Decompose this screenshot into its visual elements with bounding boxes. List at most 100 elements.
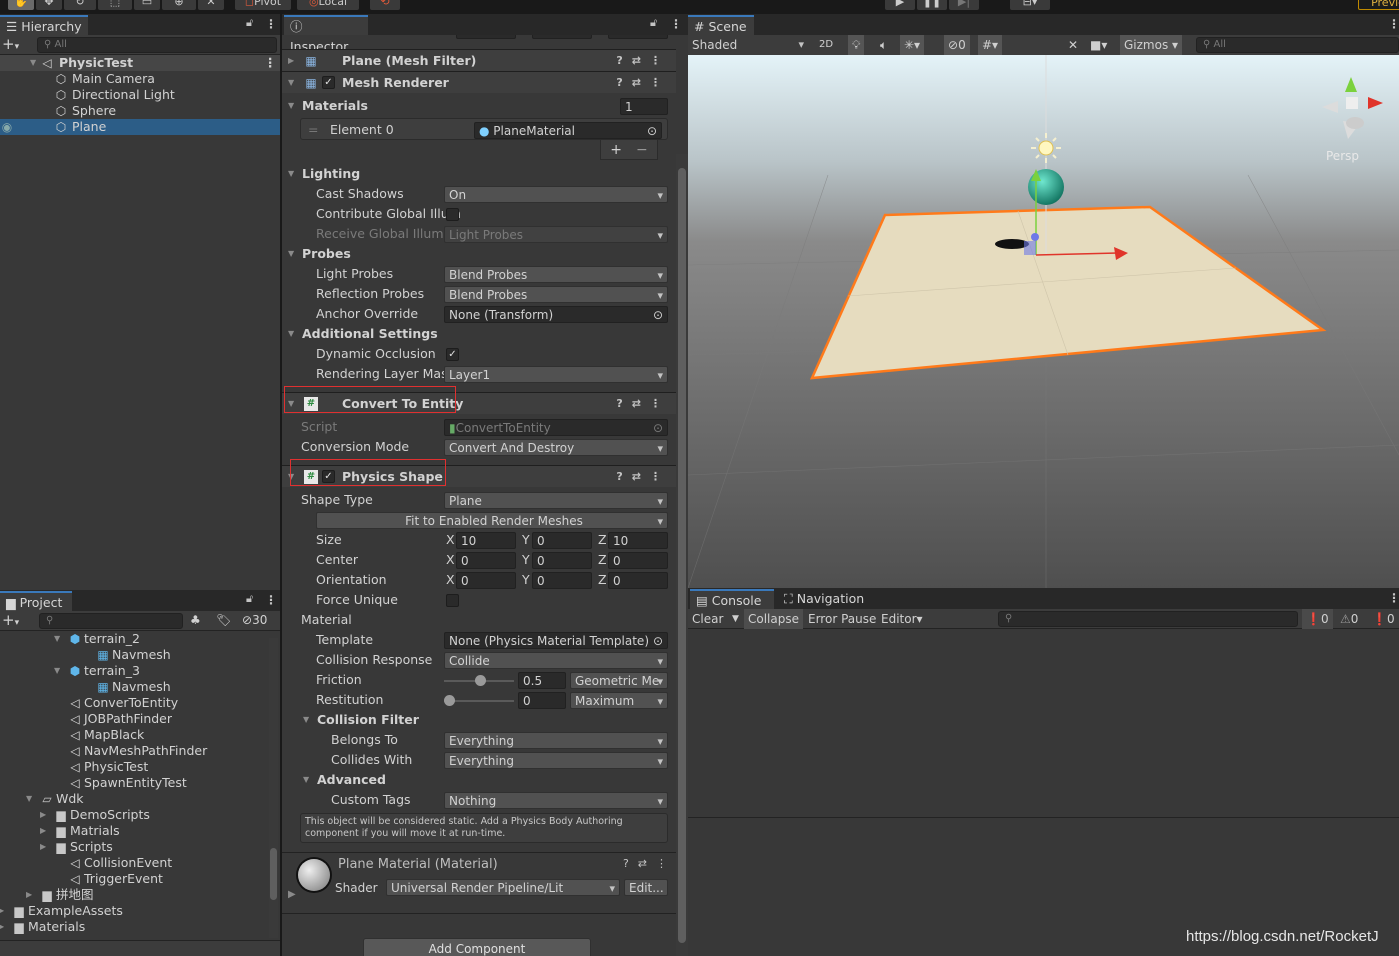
drag-handle-icon[interactable]: =: [308, 120, 318, 140]
lock-icon[interactable]: 🔓︎: [246, 16, 253, 30]
info-filter-toggle[interactable]: ❗0: [1302, 609, 1333, 629]
expand-arrow-icon[interactable]: ▼: [26, 791, 32, 807]
shader-dropdown[interactable]: Universal Render Pipeline/Lit: [386, 879, 620, 896]
project-scrollbar[interactable]: [269, 638, 278, 938]
rotate-tool-button[interactable]: ↻: [64, 0, 96, 10]
scene-view[interactable]: Persp: [688, 55, 1399, 588]
editor-dropdown[interactable]: Editor▾: [877, 609, 927, 629]
scene-canvas[interactable]: Persp: [688, 55, 1399, 588]
array-size-field[interactable]: 1: [620, 98, 668, 115]
context-menu-icon[interactable]: ⋮: [650, 470, 670, 483]
foldout-label[interactable]: Materials: [302, 96, 368, 116]
collapse-arrow-icon[interactable]: ▶: [0, 919, 4, 935]
tab-scene[interactable]: # Scene: [688, 15, 754, 35]
snap-button[interactable]: ⟲: [370, 0, 400, 10]
context-menu-icon[interactable]: ⋮: [656, 857, 676, 870]
help-icon[interactable]: ?: [616, 76, 631, 89]
local-toggle[interactable]: ◎Local: [297, 0, 359, 10]
visibility-eye-icon[interactable]: ◉: [0, 120, 14, 134]
grid-toggle-icon[interactable]: #▾: [978, 35, 1003, 55]
more-options-icon[interactable]: ⋮: [1388, 591, 1399, 605]
orientation-y-field[interactable]: 0: [532, 572, 592, 589]
help-icon[interactable]: ?: [616, 470, 631, 483]
collapse-arrow-icon[interactable]: ▶: [0, 903, 4, 919]
light-probes-dropdown[interactable]: Blend Probes: [444, 266, 668, 283]
project-item[interactable]: ◁ MapBlack: [0, 727, 280, 743]
remove-element-button[interactable]: −: [636, 142, 648, 158]
reflection-probes-dropdown[interactable]: Blend Probes: [444, 286, 668, 303]
presets-icon[interactable]: ⇄: [632, 397, 650, 410]
move-tool-button[interactable]: ✥: [36, 0, 62, 10]
project-item[interactable]: ▶ ▆ Materials: [0, 919, 280, 935]
hierarchy-item[interactable]: ⬡ Directional Light: [0, 87, 280, 103]
lighting-toggle-icon[interactable]: 💡︎: [848, 35, 865, 55]
context-menu-icon[interactable]: ⋮: [650, 54, 670, 67]
object-picker-icon[interactable]: ⊙: [653, 420, 663, 435]
enabled-checkbox[interactable]: ✓: [322, 76, 335, 89]
presets-icon[interactable]: ⇄: [632, 54, 650, 67]
pivot-toggle[interactable]: ◻Pivot: [235, 0, 291, 10]
project-item[interactable]: ◁ JOBPathFinder: [0, 711, 280, 727]
audio-toggle-icon[interactable]: 🔈︎: [876, 35, 891, 55]
inspector-scrollbar[interactable]: [676, 154, 688, 956]
foldout-label[interactable]: Lighting: [302, 164, 360, 184]
orientation-z-field[interactable]: 0: [608, 572, 668, 589]
slider-thumb[interactable]: [444, 695, 455, 706]
size-z-field[interactable]: 10: [608, 532, 668, 549]
expand-arrow-icon[interactable]: ▶: [288, 50, 294, 72]
project-item[interactable]: ▦ Navmesh: [0, 647, 280, 663]
expand-arrow-icon[interactable]: ▼: [30, 55, 36, 71]
presets-icon[interactable]: ⇄: [632, 470, 650, 483]
belongs-to-dropdown[interactable]: Everything: [444, 732, 668, 749]
hand-tool-button[interactable]: ✋: [8, 0, 34, 10]
error-filter-toggle[interactable]: ❗0: [1368, 609, 1399, 629]
scale-z-field[interactable]: 1: [608, 35, 668, 39]
fit-to-render-meshes-dropdown[interactable]: Fit to Enabled Render Meshes: [316, 512, 668, 529]
filter-by-type-icon[interactable]: ♣: [190, 613, 201, 627]
size-y-field[interactable]: 0: [532, 532, 592, 549]
warning-filter-toggle[interactable]: ⚠0: [1336, 609, 1362, 629]
collapse-arrow-icon[interactable]: ▼: [288, 72, 294, 94]
scene-visibility-toggle[interactable]: ⊘0: [944, 35, 970, 55]
project-item[interactable]: ◁ PhysicTest: [0, 759, 280, 775]
tab-hierarchy[interactable]: ☰ Hierarchy: [0, 15, 88, 35]
pause-button[interactable]: ❚❚: [917, 0, 947, 10]
collapse-arrow-icon[interactable]: ▶: [40, 839, 46, 855]
console-search-input[interactable]: ⚲: [998, 611, 1298, 627]
collision-response-dropdown[interactable]: Collide: [444, 652, 668, 669]
collides-with-dropdown[interactable]: Everything: [444, 752, 668, 769]
collapse-arrow-icon[interactable]: ▶: [40, 823, 46, 839]
collapse-toggle[interactable]: Collapse: [744, 609, 803, 629]
object-picker-icon[interactable]: ⊙: [647, 123, 657, 138]
center-z-field[interactable]: 0: [608, 552, 668, 569]
expand-arrow-icon[interactable]: ▼: [54, 631, 60, 647]
clear-button[interactable]: Clear: [688, 609, 727, 629]
hierarchy-item[interactable]: ⬡ Main Camera: [0, 71, 280, 87]
hierarchy-item[interactable]: ◉ ⬡ Plane: [0, 119, 280, 135]
foldout-arrow-icon[interactable]: ▼: [288, 244, 294, 264]
project-item[interactable]: ▶ ▆ ExampleAssets: [0, 903, 280, 919]
hierarchy-item[interactable]: ⬡ Sphere: [0, 103, 280, 119]
restitution-value-field[interactable]: 0: [518, 692, 566, 709]
scale-tool-button[interactable]: ⬚: [98, 0, 132, 10]
object-picker-icon[interactable]: ⊙: [653, 633, 663, 648]
layout-button[interactable]: ⊟▾: [1010, 0, 1050, 10]
project-item[interactable]: ▶ ▆ Scripts: [0, 839, 280, 855]
scene-row[interactable]: ▼ ◁ PhysicTest ⋮: [0, 55, 280, 71]
create-button[interactable]: +▾: [2, 35, 19, 56]
more-options-icon[interactable]: ⋮: [1388, 17, 1399, 31]
help-icon[interactable]: ?: [623, 857, 638, 870]
sphere-object[interactable]: [1028, 169, 1064, 205]
scene-search-input[interactable]: ⚲ All: [1196, 37, 1399, 53]
presets-icon[interactable]: ⇄: [638, 857, 656, 870]
project-item[interactable]: ▶ ▆ DemoScripts: [0, 807, 280, 823]
console-log-list[interactable]: [688, 630, 1399, 818]
add-component-button[interactable]: Add Component: [363, 938, 591, 956]
anchor-override-object-field[interactable]: None (Transform) ⊙: [444, 306, 668, 323]
clear-options-dropdown[interactable]: ▼: [728, 609, 743, 629]
context-menu-icon[interactable]: ⋮: [650, 76, 670, 89]
friction-combine-mode-dropdown[interactable]: Geometric Me: [570, 672, 668, 689]
contribute-global-illum-checkbox[interactable]: [446, 208, 459, 221]
collapse-arrow-icon[interactable]: ▶: [26, 887, 32, 903]
restitution-combine-mode-dropdown[interactable]: Maximum: [570, 692, 668, 709]
